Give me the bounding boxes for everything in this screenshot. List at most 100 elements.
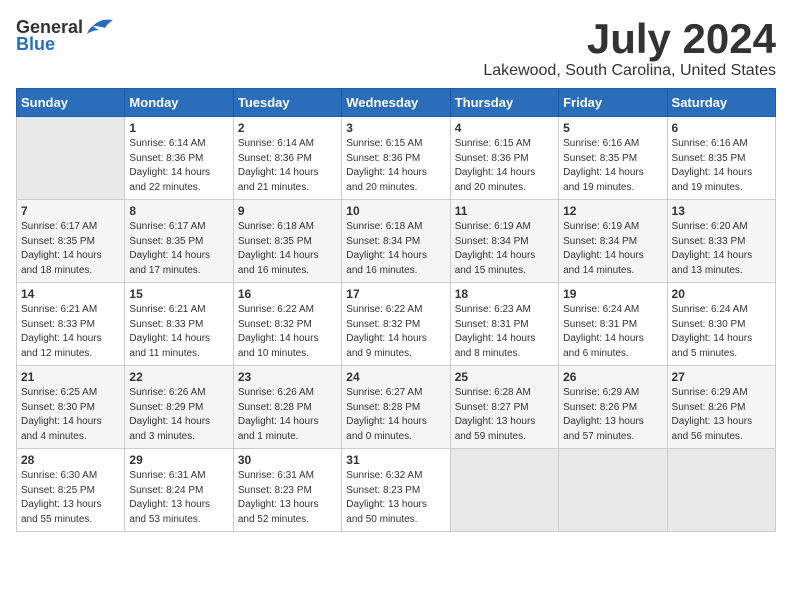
calendar-cell: 9 Sunrise: 6:18 AMSunset: 8:35 PMDaylight… — [233, 200, 341, 283]
day-number: 16 — [238, 287, 337, 301]
day-info: Sunrise: 6:20 AMSunset: 8:33 PMDaylight:… — [672, 220, 771, 278]
day-info: Sunrise: 6:22 AMSunset: 8:32 PMDaylight:… — [346, 303, 445, 361]
day-info: Sunrise: 6:24 AMSunset: 8:30 PMDaylight:… — [672, 303, 771, 361]
header: General Blue July 2024 Lakewood, South C… — [16, 16, 776, 80]
calendar-table: SundayMondayTuesdayWednesdayThursdayFrid… — [16, 88, 776, 532]
day-number: 22 — [129, 370, 228, 384]
calendar-cell: 12 Sunrise: 6:19 AMSunset: 8:34 PMDayligh… — [559, 200, 667, 283]
day-info: Sunrise: 6:31 AMSunset: 8:24 PMDaylight:… — [129, 469, 228, 527]
day-info: Sunrise: 6:17 AMSunset: 8:35 PMDaylight:… — [129, 220, 228, 278]
day-number: 26 — [563, 370, 662, 384]
day-info: Sunrise: 6:15 AMSunset: 8:36 PMDaylight:… — [455, 137, 554, 195]
calendar-cell: 28 Sunrise: 6:30 AMSunset: 8:25 PMDayligh… — [17, 449, 125, 532]
day-info: Sunrise: 6:27 AMSunset: 8:28 PMDaylight:… — [346, 386, 445, 444]
header-sunday: Sunday — [17, 89, 125, 117]
day-info: Sunrise: 6:30 AMSunset: 8:25 PMDaylight:… — [21, 469, 120, 527]
title-area: July 2024 Lakewood, South Carolina, Unit… — [483, 16, 776, 80]
logo-bird-icon — [85, 16, 115, 38]
calendar-cell: 11Sunrise: 6:19 AMSunset: 8:34 PMDayligh… — [450, 200, 558, 283]
day-number: 14 — [21, 287, 120, 301]
day-number: 17 — [346, 287, 445, 301]
calendar-cell: 24 Sunrise: 6:27 AMSunset: 8:28 PMDayligh… — [342, 366, 450, 449]
day-info: Sunrise: 6:28 AMSunset: 8:27 PMDaylight:… — [455, 386, 554, 444]
day-number: 2 — [238, 121, 337, 135]
calendar-cell: 13 Sunrise: 6:20 AMSunset: 8:33 PMDayligh… — [667, 200, 775, 283]
month-title: July 2024 — [483, 16, 776, 62]
day-info: Sunrise: 6:21 AMSunset: 8:33 PMDaylight:… — [129, 303, 228, 361]
header-monday: Monday — [125, 89, 233, 117]
calendar-cell: 3 Sunrise: 6:15 AMSunset: 8:36 PMDaylight… — [342, 117, 450, 200]
calendar-cell: 15Sunrise: 6:21 AMSunset: 8:33 PMDayligh… — [125, 283, 233, 366]
day-number: 31 — [346, 453, 445, 467]
day-number: 28 — [21, 453, 120, 467]
day-number: 23 — [238, 370, 337, 384]
day-number: 18 — [455, 287, 554, 301]
calendar-cell — [559, 449, 667, 532]
day-number: 19 — [563, 287, 662, 301]
calendar-cell: 10 Sunrise: 6:18 AMSunset: 8:34 PMDayligh… — [342, 200, 450, 283]
day-info: Sunrise: 6:14 AMSunset: 8:36 PMDaylight:… — [129, 137, 228, 195]
day-info: Sunrise: 6:25 AMSunset: 8:30 PMDaylight:… — [21, 386, 120, 444]
calendar-header-row: SundayMondayTuesdayWednesdayThursdayFrid… — [17, 89, 776, 117]
day-info: Sunrise: 6:19 AMSunset: 8:34 PMDaylight:… — [455, 220, 554, 278]
header-saturday: Saturday — [667, 89, 775, 117]
day-number: 4 — [455, 121, 554, 135]
calendar-cell: 8Sunrise: 6:17 AMSunset: 8:35 PMDaylight… — [125, 200, 233, 283]
day-info: Sunrise: 6:21 AMSunset: 8:33 PMDaylight:… — [21, 303, 120, 361]
calendar-cell: 21 Sunrise: 6:25 AMSunset: 8:30 PMDayligh… — [17, 366, 125, 449]
calendar-cell — [450, 449, 558, 532]
day-number: 21 — [21, 370, 120, 384]
header-friday: Friday — [559, 89, 667, 117]
day-number: 13 — [672, 204, 771, 218]
calendar-cell: 23Sunrise: 6:26 AMSunset: 8:28 PMDayligh… — [233, 366, 341, 449]
calendar-cell: 30Sunrise: 6:31 AMSunset: 8:23 PMDayligh… — [233, 449, 341, 532]
location-text: Lakewood, South Carolina, United States — [483, 62, 776, 80]
calendar-cell: 20Sunrise: 6:24 AMSunset: 8:30 PMDayligh… — [667, 283, 775, 366]
day-info: Sunrise: 6:15 AMSunset: 8:36 PMDaylight:… — [346, 137, 445, 195]
day-number: 12 — [563, 204, 662, 218]
day-number: 1 — [129, 121, 228, 135]
logo: General Blue — [16, 16, 115, 55]
calendar-week-row: 28 Sunrise: 6:30 AMSunset: 8:25 PMDayligh… — [17, 449, 776, 532]
day-info: Sunrise: 6:17 AMSunset: 8:35 PMDaylight:… — [21, 220, 120, 278]
header-thursday: Thursday — [450, 89, 558, 117]
calendar-cell — [667, 449, 775, 532]
calendar-cell: 17 Sunrise: 6:22 AMSunset: 8:32 PMDayligh… — [342, 283, 450, 366]
calendar-cell: 16 Sunrise: 6:22 AMSunset: 8:32 PMDayligh… — [233, 283, 341, 366]
day-number: 6 — [672, 121, 771, 135]
day-info: Sunrise: 6:26 AMSunset: 8:29 PMDaylight:… — [129, 386, 228, 444]
calendar-week-row: 1 Sunrise: 6:14 AMSunset: 8:36 PMDaylight… — [17, 117, 776, 200]
day-number: 25 — [455, 370, 554, 384]
day-info: Sunrise: 6:22 AMSunset: 8:32 PMDaylight:… — [238, 303, 337, 361]
calendar-cell: 29 Sunrise: 6:31 AMSunset: 8:24 PMDayligh… — [125, 449, 233, 532]
calendar-cell: 7 Sunrise: 6:17 AMSunset: 8:35 PMDaylight… — [17, 200, 125, 283]
day-number: 30 — [238, 453, 337, 467]
day-info: Sunrise: 6:29 AMSunset: 8:26 PMDaylight:… — [672, 386, 771, 444]
calendar-cell: 18 Sunrise: 6:23 AMSunset: 8:31 PMDayligh… — [450, 283, 558, 366]
calendar-week-row: 21 Sunrise: 6:25 AMSunset: 8:30 PMDayligh… — [17, 366, 776, 449]
day-info: Sunrise: 6:16 AMSunset: 8:35 PMDaylight:… — [563, 137, 662, 195]
calendar-cell: 1 Sunrise: 6:14 AMSunset: 8:36 PMDaylight… — [125, 117, 233, 200]
calendar-cell: 26 Sunrise: 6:29 AMSunset: 8:26 PMDayligh… — [559, 366, 667, 449]
day-info: Sunrise: 6:18 AMSunset: 8:35 PMDaylight:… — [238, 220, 337, 278]
calendar-cell — [17, 117, 125, 200]
calendar-cell: 19Sunrise: 6:24 AMSunset: 8:31 PMDayligh… — [559, 283, 667, 366]
day-number: 24 — [346, 370, 445, 384]
day-info: Sunrise: 6:29 AMSunset: 8:26 PMDaylight:… — [563, 386, 662, 444]
day-number: 10 — [346, 204, 445, 218]
calendar-cell: 4 Sunrise: 6:15 AMSunset: 8:36 PMDaylight… — [450, 117, 558, 200]
calendar-cell: 25 Sunrise: 6:28 AMSunset: 8:27 PMDayligh… — [450, 366, 558, 449]
day-info: Sunrise: 6:18 AMSunset: 8:34 PMDaylight:… — [346, 220, 445, 278]
calendar-cell: 6 Sunrise: 6:16 AMSunset: 8:35 PMDaylight… — [667, 117, 775, 200]
day-number: 29 — [129, 453, 228, 467]
day-number: 3 — [346, 121, 445, 135]
calendar-cell: 31Sunrise: 6:32 AMSunset: 8:23 PMDayligh… — [342, 449, 450, 532]
day-number: 7 — [21, 204, 120, 218]
calendar-cell: 2Sunrise: 6:14 AMSunset: 8:36 PMDaylight… — [233, 117, 341, 200]
day-number: 9 — [238, 204, 337, 218]
day-info: Sunrise: 6:16 AMSunset: 8:35 PMDaylight:… — [672, 137, 771, 195]
day-info: Sunrise: 6:19 AMSunset: 8:34 PMDaylight:… — [563, 220, 662, 278]
header-tuesday: Tuesday — [233, 89, 341, 117]
day-info: Sunrise: 6:23 AMSunset: 8:31 PMDaylight:… — [455, 303, 554, 361]
header-wednesday: Wednesday — [342, 89, 450, 117]
